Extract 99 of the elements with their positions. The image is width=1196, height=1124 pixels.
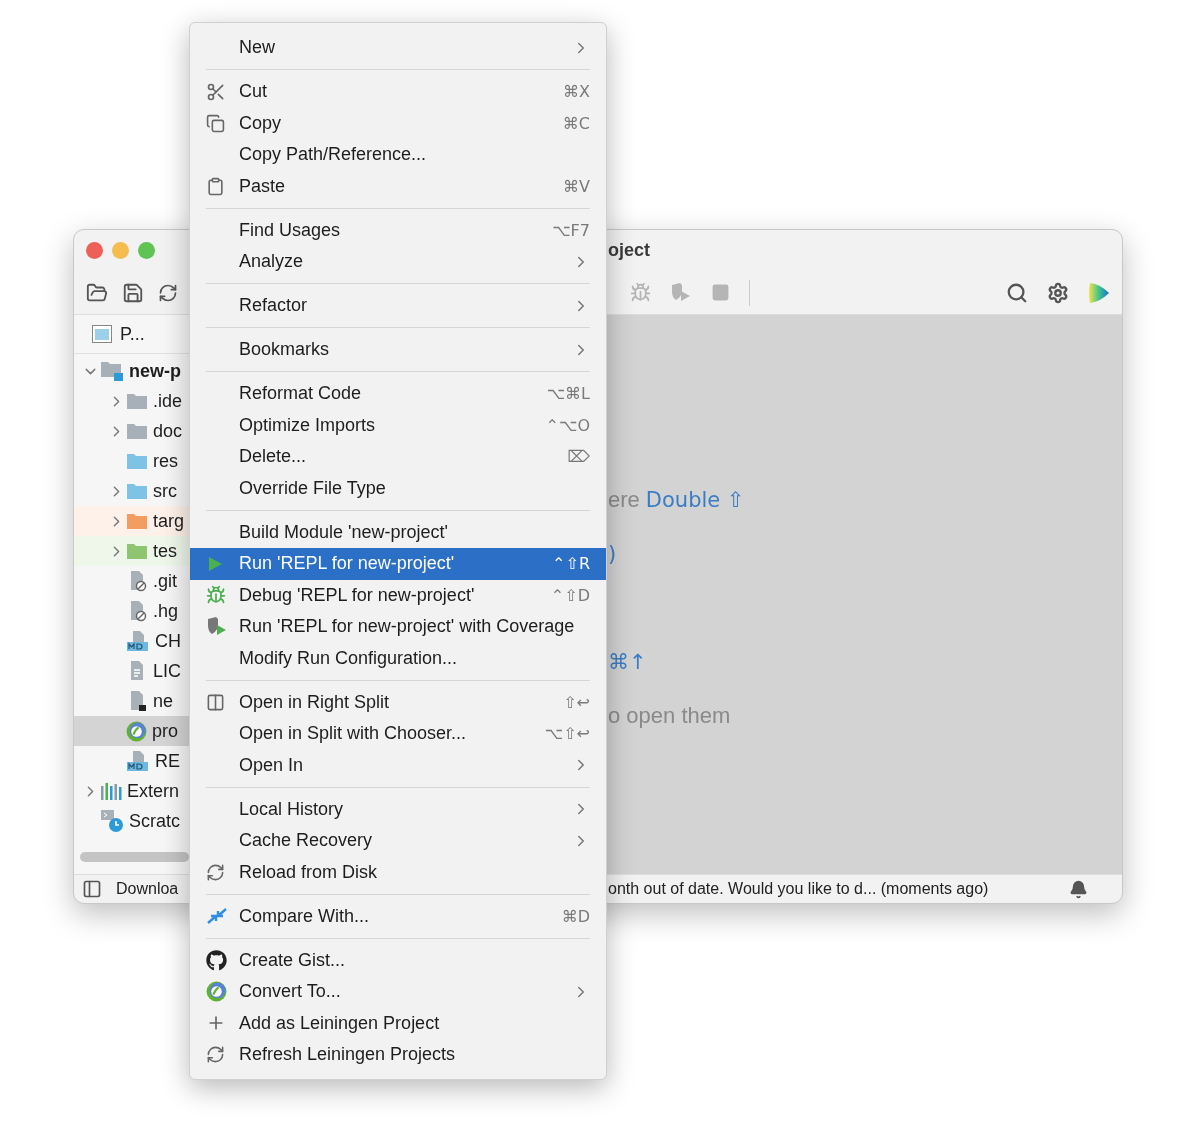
tree-row[interactable]: LIC — [74, 656, 189, 686]
hint-shortcut: Double ⇧ — [645, 488, 745, 512]
shield-play-icon — [206, 616, 228, 637]
project-window-icon — [92, 325, 112, 343]
menu-item[interactable]: Cut ⌘X — [190, 76, 606, 108]
tool-window-toggle-icon[interactable] — [82, 879, 102, 899]
menu-item[interactable]: Delete... ⌦ — [190, 441, 606, 473]
scrollbar[interactable] — [80, 852, 189, 862]
menu-item[interactable]: Copy ⌘C — [190, 107, 606, 139]
menu-item[interactable]: Reformat Code ⌥⌘L — [190, 378, 606, 410]
menu-item[interactable]: Local History — [190, 793, 606, 825]
scissors-icon — [206, 81, 226, 102]
search-icon[interactable] — [1006, 281, 1028, 304]
menu-item[interactable]: Convert To... — [190, 976, 606, 1008]
menu-item[interactable]: Compare With... ⌘D — [190, 900, 606, 932]
menu-item[interactable]: Run 'REPL for new-project' ⌃⇧R — [190, 548, 606, 580]
tree-row[interactable]: pro — [74, 716, 189, 746]
status-text: Downloa — [116, 880, 179, 898]
menu-item[interactable]: Create Gist... — [190, 944, 606, 976]
open-folder-icon[interactable] — [86, 281, 108, 304]
hint-shortcut: ⌘↑ — [608, 650, 647, 674]
menu-item[interactable]: Optimize Imports ⌃⌥O — [190, 409, 606, 441]
close-window-button[interactable] — [86, 242, 103, 259]
menu-item[interactable]: Find Usages ⌥F7 — [190, 214, 606, 246]
tree-item-label: new-p — [129, 360, 181, 382]
tree-row[interactable]: res — [74, 446, 189, 476]
tree-row[interactable]: CH — [74, 626, 189, 656]
clojure-file-icon — [126, 720, 147, 742]
bug-icon — [206, 585, 226, 606]
tree-item-label: LIC — [153, 660, 181, 682]
tree-row[interactable]: tes — [74, 536, 189, 566]
menu-item[interactable]: Add as Leiningen Project — [190, 1007, 606, 1039]
tree-item-label: .git — [153, 570, 177, 592]
tree-row[interactable]: src — [74, 476, 189, 506]
module-folder-icon — [100, 360, 124, 382]
menu-item[interactable]: Run 'REPL for new-project' with Coverage — [190, 611, 606, 643]
markdown-file-icon — [126, 750, 150, 772]
menu-item[interactable]: Build Module 'new-project' — [190, 516, 606, 548]
menu-item[interactable]: Override File Type — [190, 472, 606, 504]
tree-item-label: targ — [153, 510, 185, 532]
menu-item[interactable]: Open in Split with Chooser... ⌥⇧↩ — [190, 718, 606, 750]
tree-item-label: ne — [153, 690, 174, 712]
tree-item-label: src — [153, 480, 177, 502]
tree-row[interactable]: Scratc — [74, 806, 189, 836]
menu-item[interactable]: Refactor — [190, 290, 606, 322]
app-logo-icon[interactable] — [1088, 281, 1110, 304]
tree-item-label: pro — [152, 720, 178, 742]
split-icon — [206, 692, 225, 712]
notifications-icon[interactable] — [1069, 879, 1088, 899]
tree-item-label: Scratc — [129, 810, 180, 832]
tree-item-label: Extern — [127, 780, 180, 802]
scratch-icon — [100, 809, 124, 833]
clipboard-icon — [206, 176, 225, 196]
status-message[interactable]: onth out of date. Would you like to d... (moments ago) — [608, 880, 989, 898]
library-icon — [100, 781, 122, 801]
tree-row[interactable]: targ — [74, 506, 189, 536]
tree-row[interactable]: doc — [74, 416, 189, 446]
save-icon[interactable] — [122, 281, 144, 304]
markdown-file-icon — [126, 630, 150, 652]
copy-icon — [206, 113, 225, 133]
menu-item[interactable]: Analyze — [190, 246, 606, 278]
hint-shortcut: ) — [608, 542, 617, 566]
menu-item[interactable]: Reload from Disk — [190, 856, 606, 888]
tree-row[interactable]: .git — [74, 566, 189, 596]
menu-item[interactable]: Copy Path/Reference... — [190, 139, 606, 171]
tree-item-label: RE — [155, 750, 180, 772]
refresh-icon — [206, 1045, 225, 1065]
menu-item[interactable]: Open In — [190, 749, 606, 781]
tree-item-label: CH — [155, 630, 181, 652]
tree-item-label: tes — [153, 540, 177, 562]
compare-arrows-icon — [206, 906, 228, 927]
settings-icon[interactable] — [1047, 281, 1069, 304]
tree-row[interactable]: .hg — [74, 596, 189, 626]
hint-text: ere — [608, 487, 640, 513]
refresh-icon — [206, 862, 225, 882]
tree-item-label: doc — [153, 420, 183, 442]
sync-icon[interactable] — [158, 282, 178, 303]
menu-item[interactable]: Refresh Leiningen Projects — [190, 1039, 606, 1071]
menu-item[interactable]: Debug 'REPL for new-project' ⌃⇧D — [190, 579, 606, 611]
window-title: oject — [608, 240, 651, 261]
menu-item[interactable]: Cache Recovery — [190, 825, 606, 857]
tree-row[interactable]: Extern — [74, 776, 189, 806]
menu-item[interactable]: Bookmarks — [190, 334, 606, 366]
tree-row[interactable]: .ide — [74, 386, 189, 416]
tree-row[interactable]: new-p — [74, 356, 189, 386]
tree-item-label: .hg — [153, 600, 179, 622]
menu-item[interactable]: Paste ⌘V — [190, 170, 606, 202]
github-icon — [206, 949, 227, 971]
play-icon — [206, 554, 224, 573]
tree-row[interactable]: RE — [74, 746, 189, 776]
tree-row[interactable]: ne — [74, 686, 189, 716]
project-tab[interactable]: P... — [120, 323, 145, 345]
tree-item-label: res — [153, 450, 178, 472]
menu-item[interactable]: Modify Run Configuration... — [190, 642, 606, 674]
clojure-icon — [206, 981, 227, 1003]
menu-item[interactable]: New — [190, 32, 606, 64]
tree-item-label: .ide — [153, 390, 183, 412]
menu-item[interactable]: Open in Right Split ⇧↩ — [190, 686, 606, 718]
hint-text: o open them — [608, 703, 731, 729]
